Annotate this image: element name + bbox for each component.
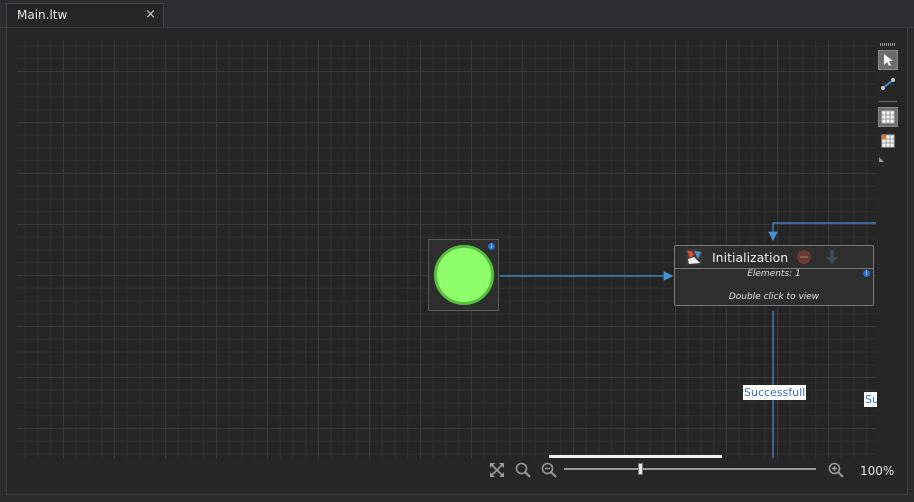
toolbar-overflow-icon[interactable] [879,157,884,162]
close-icon[interactable]: × [145,7,156,22]
zoom-slider-track[interactable] [564,468,816,470]
initialization-block[interactable]: Initialization Elements: 1 i Double clic… [674,245,874,306]
start-node[interactable]: i [428,239,499,311]
zoom-level: 100% [860,464,895,478]
info-icon[interactable]: i [863,270,870,277]
snap-grid-icon [881,134,895,148]
tab-title: Main.ltw [17,8,68,22]
connect-tool-button[interactable] [878,74,898,94]
search-icon[interactable] [515,462,531,478]
arrow-down-icon[interactable] [825,249,839,265]
block-type-icon [686,249,702,265]
block-hint: Double click to view [728,292,820,302]
block-header: Initialization [675,246,873,269]
fit-to-screen-icon[interactable] [489,462,505,478]
toolbar-separator [879,101,897,102]
zoom-slider-thumb[interactable] [637,463,643,475]
pointer-tool-button[interactable] [878,50,898,70]
connect-tool-icon [881,78,895,90]
zoom-in-icon[interactable] [828,462,844,478]
wire-label-cut-off[interactable]: Su [864,392,877,407]
info-icon[interactable]: i [488,243,495,250]
pointer-tool-icon [884,54,893,66]
block-title: Initialization [712,250,789,265]
grid-toggle-button[interactable] [878,107,898,127]
stop-icon[interactable] [796,249,812,265]
designer-toolbar [876,40,900,180]
grid-toggle-icon [881,110,895,124]
start-circle [434,245,494,305]
canvas-horizontal-scrollbar[interactable] [549,455,722,458]
block-elements-count: Elements: 1 [747,269,801,279]
snap-grid-button[interactable] [878,131,898,151]
wire-label-successful[interactable]: Successfull [743,385,807,400]
toolbar-grip[interactable] [880,43,896,46]
tab-main-ltw[interactable]: Main.ltw × [6,3,164,27]
zoom-out-icon[interactable] [541,462,557,478]
document-tab-bar: Main.ltw × [0,0,914,28]
wire-loop-in [768,222,876,242]
